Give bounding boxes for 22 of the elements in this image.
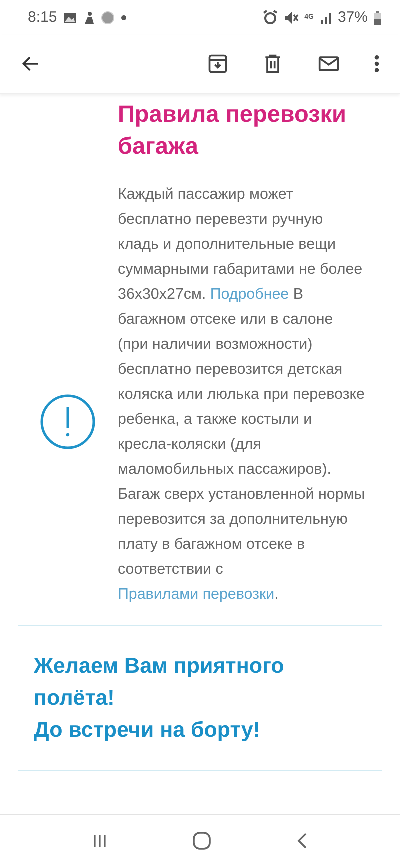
exclamation-icon xyxy=(40,394,96,450)
figure-icon xyxy=(83,10,96,24)
alarm-icon xyxy=(262,10,278,25)
battery-percent: 37% xyxy=(338,9,368,26)
text-link[interactable]: Подробнее xyxy=(210,286,290,303)
signal-icon xyxy=(320,12,332,24)
battery-icon xyxy=(374,10,382,24)
text-link[interactable]: Правилами перевозки xyxy=(118,586,275,603)
more-menu-icon[interactable] xyxy=(374,53,380,75)
archive-icon[interactable] xyxy=(207,53,229,75)
section-title: Правила перевозки багажа xyxy=(118,100,348,161)
greeting-text: До встречи на борту! xyxy=(34,717,262,744)
circle-icon xyxy=(101,10,116,24)
recents-icon[interactable] xyxy=(92,833,108,849)
back-icon[interactable] xyxy=(296,832,308,850)
home-icon[interactable] xyxy=(192,831,212,851)
image-icon xyxy=(63,12,78,24)
dot-icon xyxy=(121,14,128,20)
status-time: 8:15 xyxy=(28,9,58,26)
greeting-text: Желаем Вам приятного полёта! xyxy=(34,653,286,712)
mute-icon xyxy=(284,10,299,24)
body-paragraph: Каждый пассажир может бесплатно перевезти ручную кладь и дополнительные вещи суммарными габаритами не более 36х30х27см. Подробнее В багажном отсеке или в салоне (при наличии возможности) бесплатно перевозится детская коляска или люлька при перевозке ребенка, а также костыли и кресла-коляски (для маломобильных пассажиров). Багаж сверх установленной нормы перевозится за дополнительную плату в багажном отсеке в соответствии с Правилами перевозки. xyxy=(118,185,366,605)
